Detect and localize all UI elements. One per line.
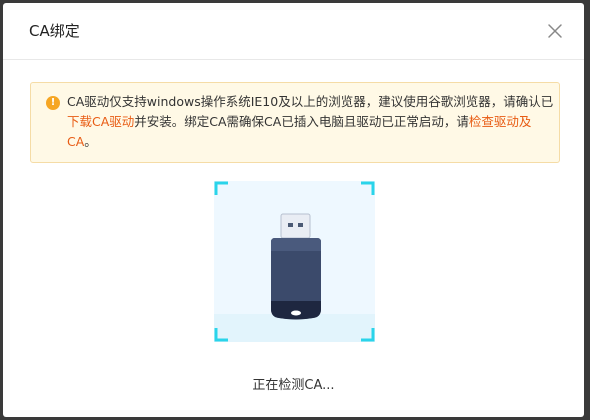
notice-text-part-1: CA驱动仅支持windows操作系统IE10及以上的浏览器，建议使用谷歌浏览器，… [67, 94, 554, 109]
detecting-status: 正在检测CA... [252, 378, 335, 393]
dialog-header: CA绑定 [3, 3, 584, 60]
download-ca-driver-link[interactable]: 下载CA驱动 [67, 114, 134, 129]
notice-text: CA驱动仅支持windows操作系统IE10及以上的浏览器，建议使用谷歌浏览器，… [67, 92, 557, 152]
ca-bind-dialog: CA绑定 ! CA驱动仅支持windows操作系统IE10及以上的浏览器，建议使… [3, 3, 584, 417]
close-icon[interactable] [543, 19, 567, 43]
notice-text-part-2: 并安装。绑定CA需确保CA已插入电脑且驱动已正常启动，请 [134, 114, 469, 129]
ca-scanner-frame [214, 181, 375, 342]
dialog-title: CA绑定 [29, 22, 80, 40]
warning-icon: ! [46, 96, 60, 110]
notice-text-part-3: 。 [84, 134, 97, 149]
usb-key-icon [214, 181, 375, 342]
warning-notice: ! CA驱动仅支持windows操作系统IE10及以上的浏览器，建议使用谷歌浏览… [30, 82, 560, 163]
